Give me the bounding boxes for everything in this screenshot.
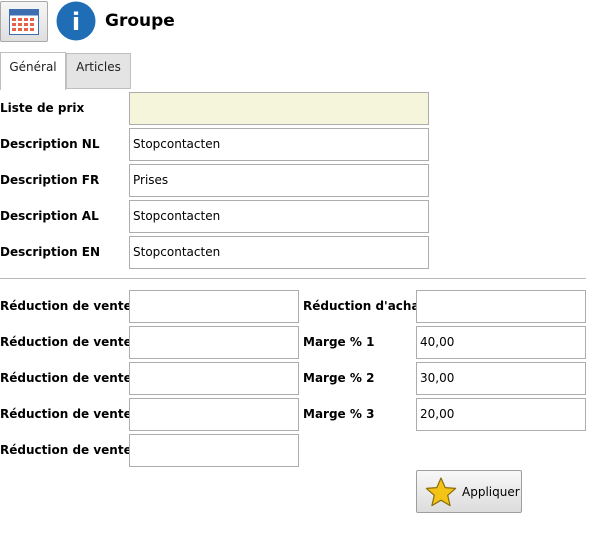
margin-2-label: Marge % 2 bbox=[303, 371, 375, 385]
sales-discount-4-field[interactable] bbox=[129, 398, 299, 431]
sales-discount-1-field[interactable] bbox=[129, 290, 299, 323]
star-icon bbox=[425, 477, 457, 507]
sales-discount-2-label: Réduction de vente 2 bbox=[0, 335, 145, 349]
section-divider bbox=[0, 278, 586, 279]
sales-discount-5-field[interactable] bbox=[129, 434, 299, 467]
sales-discount-5-label: Réduction de vente 5 bbox=[0, 443, 145, 457]
apply-button-label: Appliquer bbox=[462, 485, 520, 499]
margin-1-label: Marge % 1 bbox=[303, 335, 375, 349]
description-al-field[interactable]: Stopcontacten bbox=[129, 200, 429, 233]
description-fr-label: Description FR bbox=[0, 173, 100, 187]
calendar-button[interactable] bbox=[0, 1, 48, 42]
description-en-field[interactable]: Stopcontacten bbox=[129, 236, 429, 269]
apply-button[interactable]: Appliquer bbox=[416, 470, 522, 513]
tab-general[interactable]: Général bbox=[0, 52, 66, 90]
sales-discount-4-label: Réduction de vente 4 bbox=[0, 407, 145, 421]
description-nl-field[interactable]: Stopcontacten bbox=[129, 128, 429, 161]
margin-2-field[interactable]: 30,00 bbox=[416, 362, 586, 395]
price-list-label: Liste de prix bbox=[0, 101, 85, 115]
info-circle-icon: i bbox=[56, 1, 96, 41]
description-en-label: Description EN bbox=[0, 245, 101, 259]
sales-discount-3-field[interactable] bbox=[129, 362, 299, 395]
sales-discount-1-label: Réduction de vente 1 bbox=[0, 299, 145, 313]
margin-3-field[interactable]: 20,00 bbox=[416, 398, 586, 431]
description-fr-field[interactable]: Prises bbox=[129, 164, 429, 197]
tab-articles[interactable]: Articles bbox=[66, 53, 131, 89]
calendar-grid-icon bbox=[9, 9, 39, 35]
description-al-label: Description AL bbox=[0, 209, 99, 223]
price-list-field[interactable] bbox=[129, 92, 429, 125]
purchase-discount-field[interactable] bbox=[416, 290, 586, 323]
sales-discount-3-label: Réduction de vente 3 bbox=[0, 371, 145, 385]
margin-1-field[interactable]: 40,00 bbox=[416, 326, 586, 359]
info-glyph: i bbox=[72, 8, 80, 36]
page-title: Groupe bbox=[105, 11, 175, 31]
margin-3-label: Marge % 3 bbox=[303, 407, 375, 421]
description-nl-label: Description NL bbox=[0, 137, 100, 151]
sales-discount-2-field[interactable] bbox=[129, 326, 299, 359]
purchase-discount-label: Réduction d'achat bbox=[303, 299, 426, 313]
